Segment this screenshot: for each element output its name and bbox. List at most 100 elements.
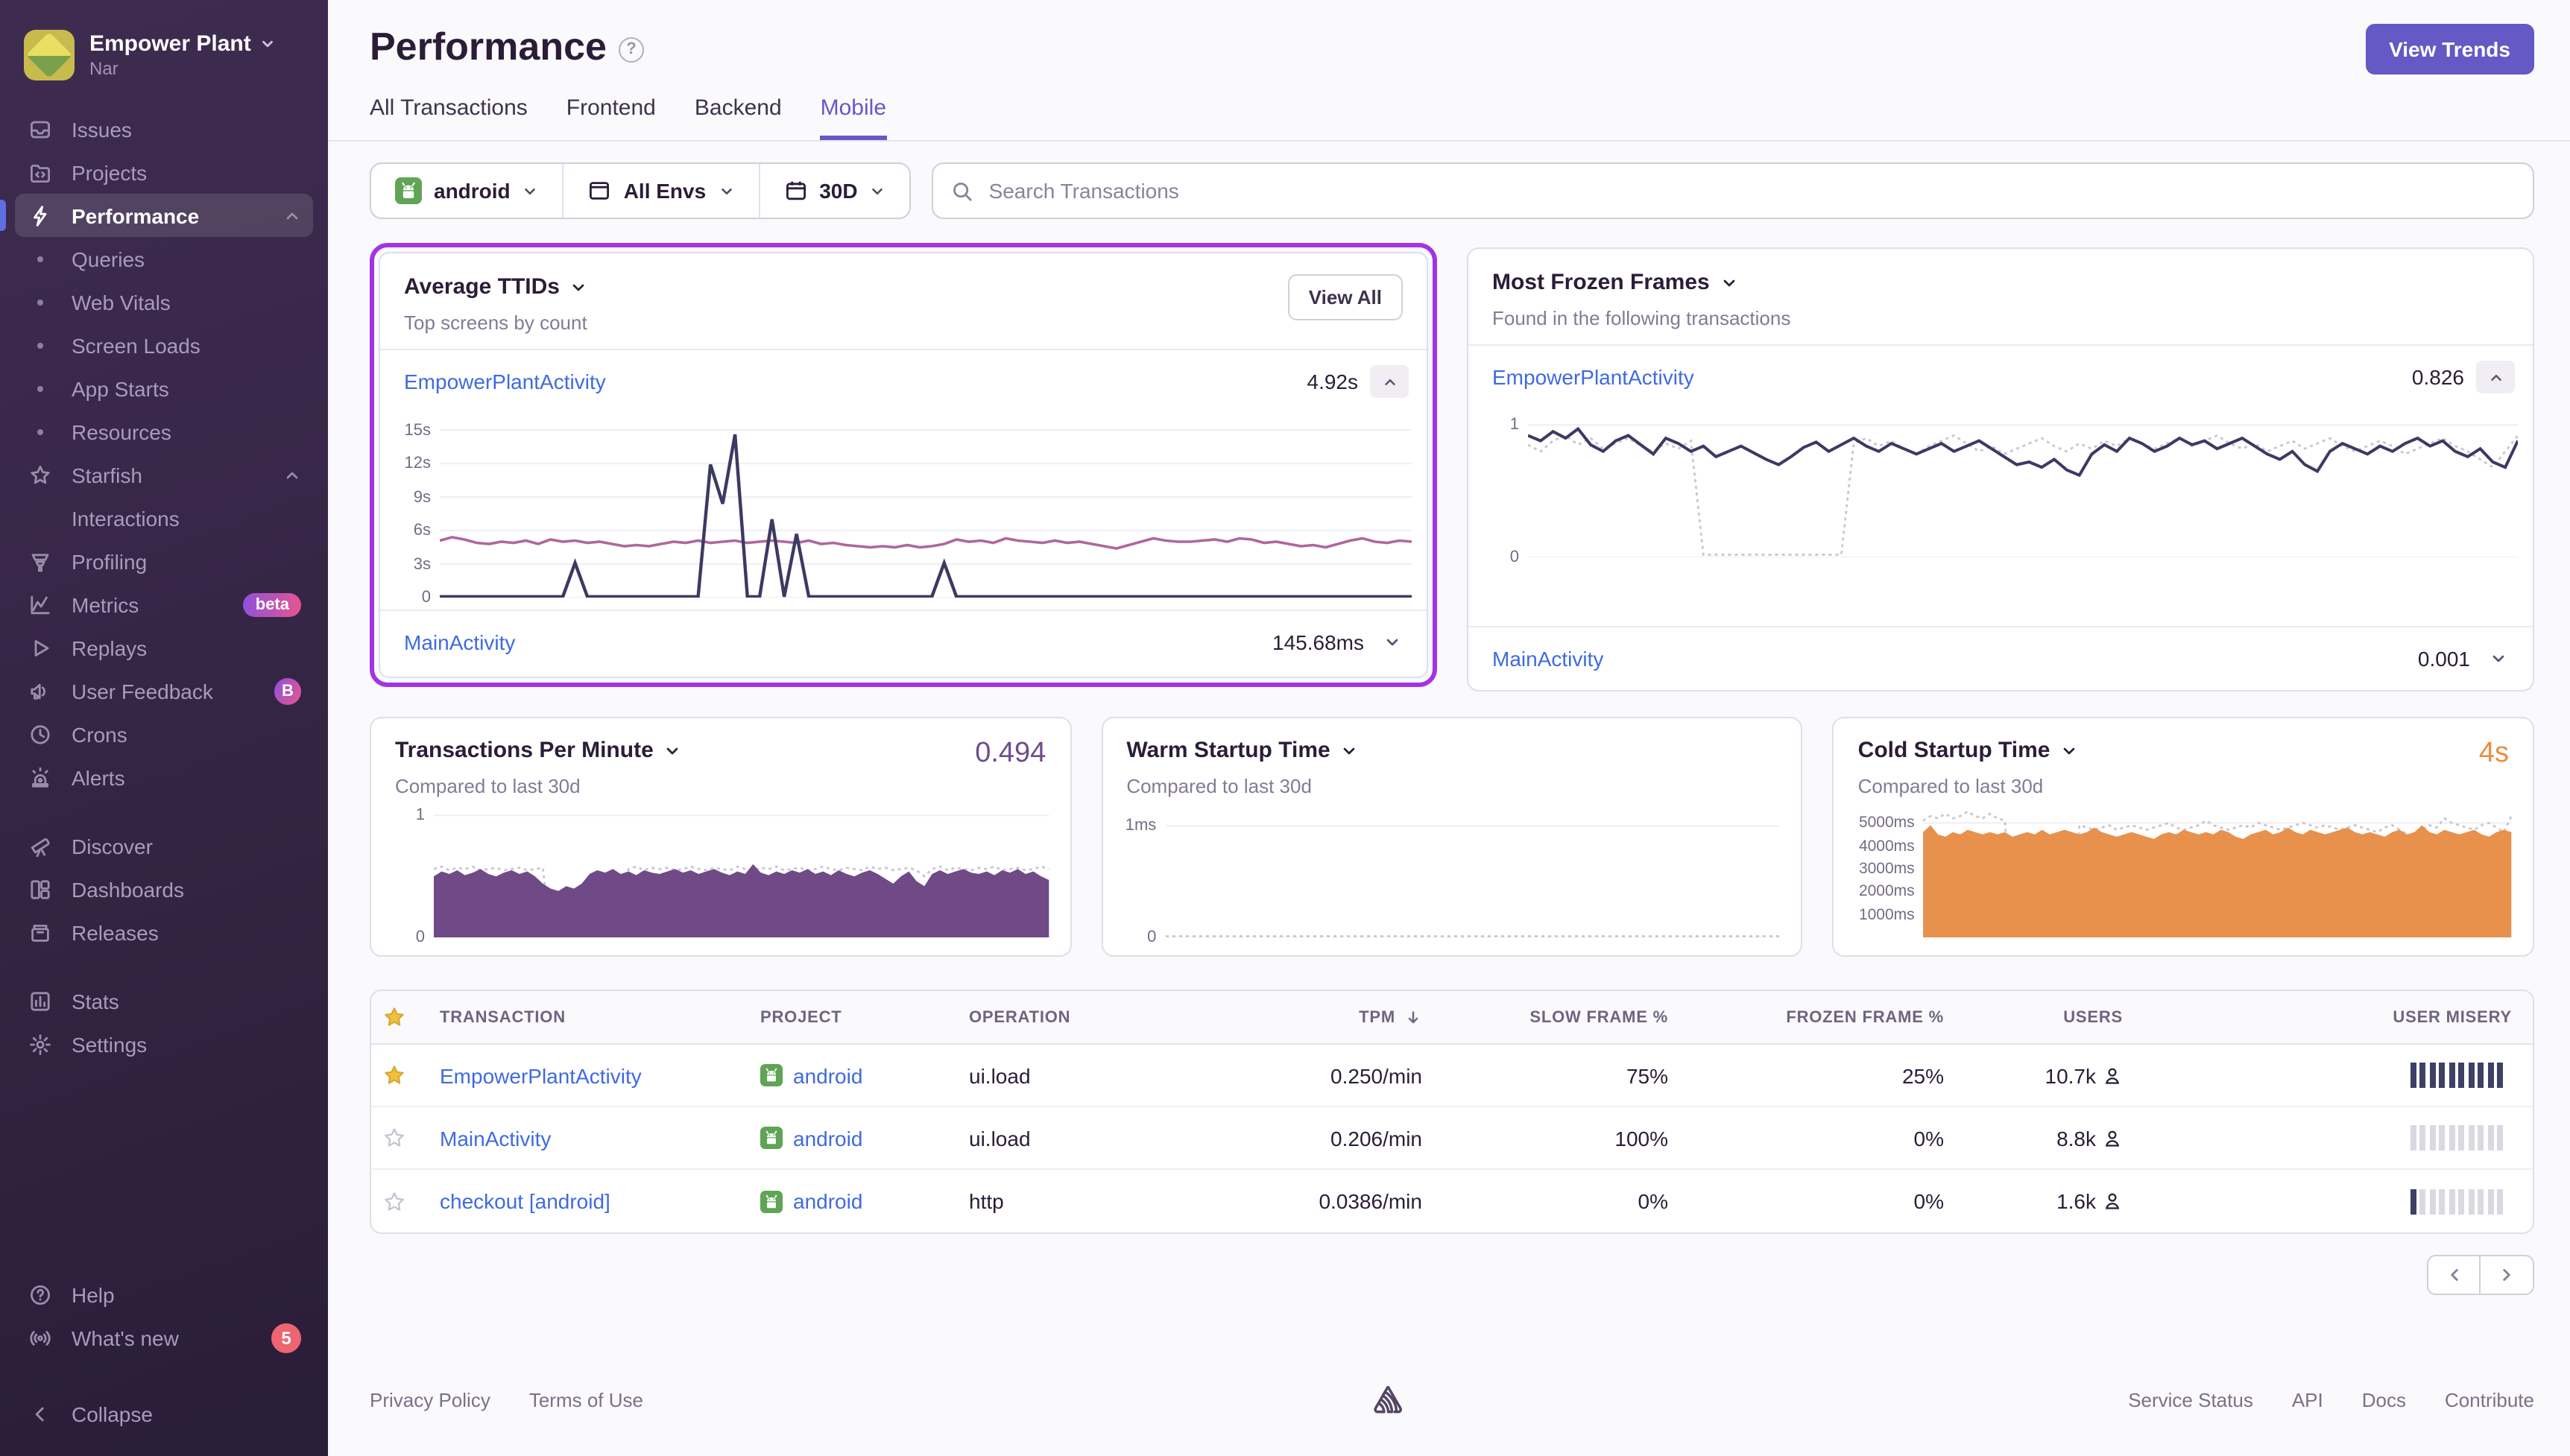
sidebar-item-performance[interactable]: Performance: [15, 194, 313, 237]
star-toggle[interactable]: [383, 1190, 405, 1212]
tab-backend[interactable]: Backend: [695, 95, 782, 140]
sidebar-item-app-starts[interactable]: App Starts: [15, 367, 313, 410]
transaction-link[interactable]: checkout [android]: [440, 1189, 610, 1213]
cold-card-title[interactable]: Cold Startup Time: [1858, 738, 2050, 763]
chevron-up-icon: [283, 206, 301, 224]
project-filter[interactable]: android: [371, 164, 563, 218]
transaction-link[interactable]: EmpowerPlantActivity: [404, 370, 606, 393]
profiling-icon: [28, 549, 52, 573]
tab-frontend[interactable]: Frontend: [566, 95, 656, 140]
environment-filter-value: All Envs: [624, 179, 707, 203]
sidebar-item-settings[interactable]: Settings: [15, 1022, 313, 1066]
chevron-down-icon[interactable]: [1341, 741, 1359, 759]
sidebar-item-collapse[interactable]: Collapse: [15, 1392, 313, 1435]
chevron-down-icon[interactable]: [1720, 273, 1738, 291]
star-toggle[interactable]: [383, 1064, 405, 1086]
users-cell: 10.7k: [1956, 1063, 2135, 1087]
sidebar-item-help[interactable]: Help: [15, 1273, 313, 1316]
search-input[interactable]: [986, 177, 2515, 204]
transaction-link[interactable]: EmpowerPlantActivity: [1492, 365, 1694, 389]
settings-icon: [28, 1032, 52, 1056]
project-link[interactable]: android: [760, 1189, 862, 1213]
star-icon[interactable]: [383, 1006, 405, 1028]
transaction-link[interactable]: EmpowerPlantActivity: [440, 1063, 642, 1087]
sidebar-item-dashboards[interactable]: Dashboards: [15, 867, 313, 911]
transaction-link[interactable]: MainActivity: [440, 1126, 551, 1150]
expand-row-button[interactable]: [2482, 642, 2515, 675]
collapse-row-button[interactable]: [1370, 365, 1409, 398]
terms-of-use-link[interactable]: Terms of Use: [529, 1388, 643, 1411]
star-toggle[interactable]: [383, 1127, 405, 1149]
tab-mobile[interactable]: Mobile: [821, 95, 886, 140]
average-ttids-card: Average TTIDs Top screens by count View …: [379, 252, 1428, 678]
star-icon[interactable]: [383, 1190, 405, 1212]
api-link[interactable]: API: [2292, 1388, 2323, 1411]
next-page-button[interactable]: [2481, 1255, 2534, 1295]
docs-link[interactable]: Docs: [2362, 1388, 2406, 1411]
sidebar-item-starfish[interactable]: Starfish: [15, 453, 313, 496]
sidebar-item-projects[interactable]: Projects: [15, 151, 313, 194]
tpm-card-title[interactable]: Transactions Per Minute: [395, 738, 654, 763]
sidebar-item-what-s-new[interactable]: What's new5: [15, 1316, 313, 1359]
sidebar-item-stats[interactable]: Stats: [15, 979, 313, 1022]
user-misery-cell: [2135, 1063, 2533, 1088]
sidebar-footer: HelpWhat's new5 Collapse: [0, 1267, 328, 1435]
sidebar-item-releases[interactable]: Releases: [15, 911, 313, 954]
sidebar-item-queries[interactable]: Queries: [15, 237, 313, 280]
date-range-filter[interactable]: 30D: [758, 164, 909, 218]
sidebar-item-issues[interactable]: Issues: [15, 107, 313, 151]
col-frozen-frame[interactable]: FROZEN FRAME %: [1680, 1008, 1956, 1026]
org-name: Empower Plant: [89, 31, 251, 57]
sidebar-item-screen-loads[interactable]: Screen Loads: [15, 323, 313, 367]
contribute-link[interactable]: Contribute: [2445, 1388, 2534, 1411]
view-trends-button[interactable]: View Trends: [2365, 24, 2534, 75]
star-icon[interactable]: [383, 1127, 405, 1149]
col-operation[interactable]: OPERATION: [957, 1008, 1203, 1026]
sidebar-item-label: User Feedback: [72, 679, 256, 703]
privacy-policy-link[interactable]: Privacy Policy: [370, 1388, 490, 1411]
main-content: Performance ? View Trends All Transactio…: [328, 0, 2570, 1456]
sidebar-item-user-feedback[interactable]: User FeedbackB: [15, 669, 313, 712]
col-slow-frame[interactable]: SLOW FRAME %: [1434, 1008, 1680, 1026]
sidebar-item-interactions[interactable]: Interactions: [15, 496, 313, 539]
view-all-button[interactable]: View All: [1288, 274, 1403, 320]
transaction-link[interactable]: MainActivity: [1492, 647, 1603, 671]
project-link[interactable]: android: [760, 1126, 862, 1150]
sidebar-item-replays[interactable]: Replays: [15, 626, 313, 669]
sidebar-item-crons[interactable]: Crons: [15, 712, 313, 756]
warm-card-title[interactable]: Warm Startup Time: [1126, 738, 1330, 763]
sidebar-item-resources[interactable]: Resources: [15, 410, 313, 453]
expand-row-button[interactable]: [1376, 626, 1409, 659]
bullet-icon: [37, 385, 43, 391]
sidebar-item-profiling[interactable]: Profiling: [15, 539, 313, 583]
collapse-row-button[interactable]: [2476, 361, 2515, 393]
help-icon[interactable]: ?: [619, 37, 644, 62]
previous-page-button[interactable]: [2427, 1255, 2481, 1295]
sidebar-item-web-vitals[interactable]: Web Vitals: [15, 280, 313, 323]
service-status-link[interactable]: Service Status: [2128, 1388, 2253, 1411]
col-users[interactable]: USERS: [1956, 1008, 2135, 1026]
y-tick-label: 0: [416, 928, 425, 946]
cold-y-axis: 5000ms4000ms3000ms2000ms1000ms: [1846, 809, 1924, 937]
environment-filter[interactable]: All Envs: [563, 164, 759, 218]
sidebar-item-metrics[interactable]: Metricsbeta: [15, 583, 313, 626]
col-project[interactable]: PROJECT: [748, 1008, 957, 1026]
frozen-card-title[interactable]: Most Frozen Frames: [1492, 270, 1710, 295]
chevron-down-icon[interactable]: [664, 741, 682, 759]
transaction-link[interactable]: MainActivity: [404, 630, 515, 654]
col-user-misery[interactable]: USER MISERY: [2135, 1008, 2533, 1026]
org-avatar: [24, 30, 75, 80]
table-row: checkout [android]androidhttp0.0386/min0…: [371, 1170, 2533, 1232]
col-transaction[interactable]: TRANSACTION: [428, 1008, 748, 1026]
chevron-down-icon[interactable]: [2060, 741, 2078, 759]
sidebar-item-discover[interactable]: Discover: [15, 824, 313, 867]
org-switcher[interactable]: Empower Plant Nar: [0, 21, 328, 101]
tab-all-transactions[interactable]: All Transactions: [370, 95, 528, 140]
sidebar-item-label: Stats: [72, 989, 301, 1013]
star-icon[interactable]: [383, 1064, 405, 1086]
project-link[interactable]: android: [760, 1063, 862, 1087]
chevron-down-icon[interactable]: [570, 278, 588, 296]
ttid-card-title[interactable]: Average TTIDs: [404, 274, 560, 300]
sidebar-item-alerts[interactable]: Alerts: [15, 756, 313, 799]
col-tpm[interactable]: TPM: [1203, 1008, 1434, 1026]
